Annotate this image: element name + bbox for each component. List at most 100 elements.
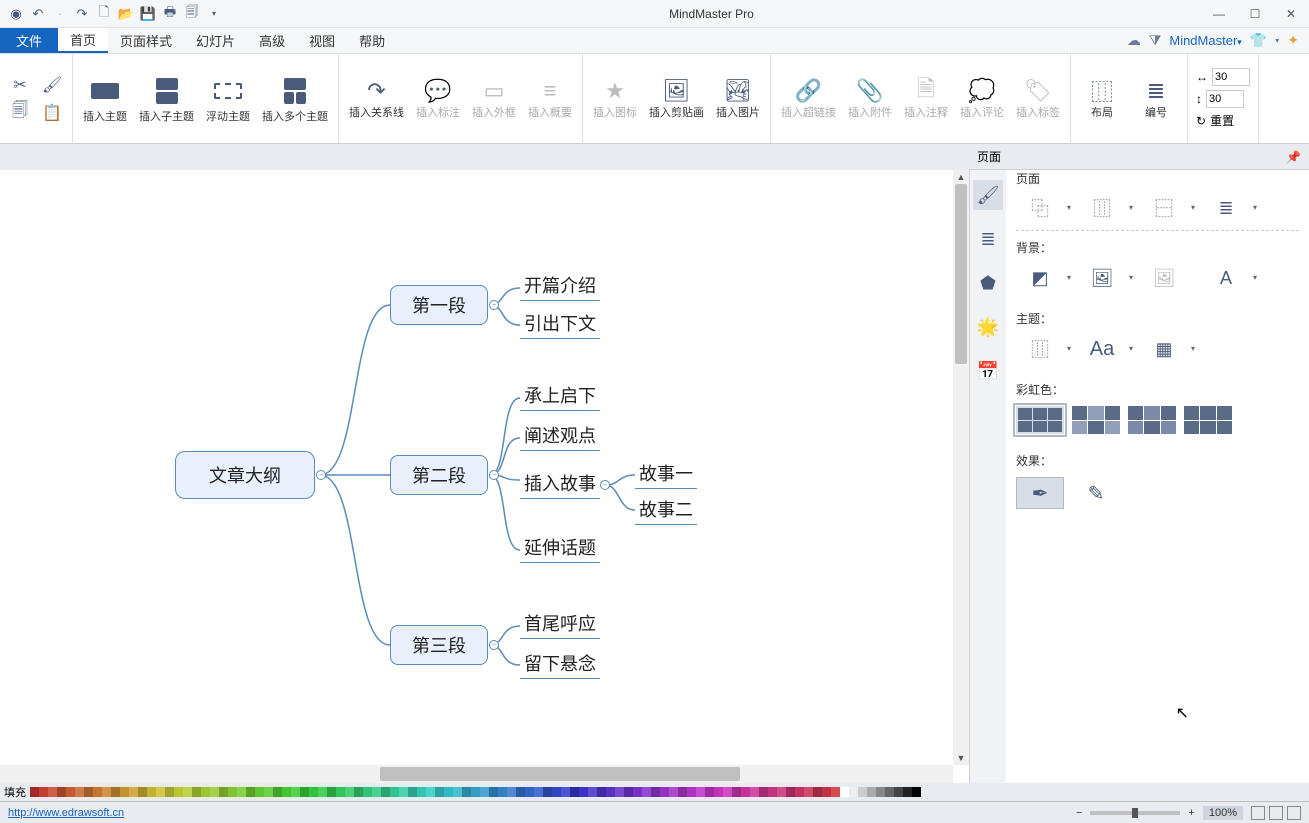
color-swatch[interactable] [57,787,66,797]
color-swatch[interactable] [714,787,723,797]
color-swatch[interactable] [849,787,858,797]
color-swatch[interactable] [183,787,192,797]
redo-icon[interactable]: ↷ [74,6,90,22]
insert-multiple-button[interactable]: 插入多个主题 [258,60,332,138]
mindmap-leaf[interactable]: 插入故事 [520,468,600,499]
mindmap-branch-3[interactable]: 第三段 [390,625,488,665]
color-swatch[interactable] [228,787,237,797]
mindmap-branch-2[interactable]: 第二段 [390,455,488,495]
theme-option-font-icon[interactable]: Aa▾ [1078,335,1126,363]
color-swatch[interactable] [417,787,426,797]
color-swatch[interactable] [534,787,543,797]
layout-option-radial-icon[interactable]: ⿻▾ [1016,194,1064,222]
color-swatch[interactable] [795,787,804,797]
color-swatch[interactable] [750,787,759,797]
zoom-out-icon[interactable]: − [1076,807,1082,819]
color-swatch[interactable] [903,787,912,797]
color-swatch[interactable] [642,787,651,797]
mindmap-leaf[interactable]: 留下悬念 [520,648,600,679]
layout-option-org-icon[interactable]: ⿱▾ [1140,194,1188,222]
color-swatch[interactable] [282,787,291,797]
scrollbar-thumb[interactable] [380,767,740,781]
new-icon[interactable]: 🗋 [96,6,112,22]
color-swatch[interactable] [48,787,57,797]
color-swatch[interactable] [273,787,282,797]
view-mode-1-icon[interactable] [1251,806,1265,820]
save-icon[interactable]: 💾 [140,6,156,22]
color-swatch[interactable] [291,787,300,797]
color-swatch[interactable] [813,787,822,797]
color-swatch[interactable] [552,787,561,797]
insert-subtopic-button[interactable]: 插入子主题 [135,60,198,138]
color-swatch[interactable] [615,787,624,797]
color-swatch[interactable] [768,787,777,797]
undo-icon[interactable]: ↶ [30,6,46,22]
color-swatch[interactable] [723,787,732,797]
scroll-up-icon[interactable]: ▲ [953,170,969,184]
color-swatch[interactable] [462,787,471,797]
mindmap-root-node[interactable]: 文章大纲 [175,451,315,499]
color-swatch[interactable] [579,787,588,797]
mindmap-leaf[interactable]: 承上启下 [520,380,600,411]
effect-option-pen-icon[interactable]: ✒ [1016,477,1064,509]
color-swatch[interactable] [210,787,219,797]
insert-relationship-button[interactable]: ↷插入关系线 [345,60,408,138]
insert-topic-button[interactable]: 插入主题 [79,60,131,138]
color-swatch[interactable] [525,787,534,797]
menu-tab-advanced[interactable]: 高级 [247,28,297,53]
rainbow-option-3[interactable] [1128,406,1176,434]
expand-toggle-icon[interactable]: − [489,640,499,650]
file-menu-button[interactable]: 文件 [0,28,58,53]
menu-tab-help[interactable]: 帮助 [347,28,397,53]
bg-option-image-icon[interactable]: 🖼▾ [1078,264,1126,292]
panel-tab-clipart-icon[interactable]: 🌟 [973,312,1003,342]
color-swatch[interactable] [561,787,570,797]
menu-tab-view[interactable]: 视图 [297,28,347,53]
color-swatch[interactable] [354,787,363,797]
expand-toggle-icon[interactable]: − [489,300,499,310]
color-swatch[interactable] [651,787,660,797]
color-swatch[interactable] [804,787,813,797]
bg-option-fill-icon[interactable]: ◩▾ [1016,264,1064,292]
color-swatch[interactable] [66,787,75,797]
color-swatch[interactable] [570,787,579,797]
color-swatch[interactable] [246,787,255,797]
brand-label[interactable]: MindMaster▾ [1169,33,1241,48]
expand-toggle-icon[interactable]: − [600,480,610,490]
horizontal-scrollbar[interactable] [0,765,953,783]
color-swatch[interactable] [309,787,318,797]
color-swatch[interactable] [255,787,264,797]
puzzle-icon[interactable]: ✦ [1287,32,1299,49]
color-swatch[interactable] [687,787,696,797]
color-swatch[interactable] [858,787,867,797]
color-swatch[interactable] [732,787,741,797]
color-swatch[interactable] [885,787,894,797]
mindmap-leaf[interactable]: 故事二 [635,494,697,525]
color-swatch[interactable] [660,787,669,797]
color-swatch[interactable] [453,787,462,797]
color-swatch[interactable] [831,787,840,797]
format-painter-icon[interactable]: 🖌 [38,72,66,98]
theme-option-color-icon[interactable]: ▦▾ [1140,335,1188,363]
mindmap-leaf[interactable]: 引出下文 [520,308,600,339]
view-mode-2-icon[interactable] [1269,806,1283,820]
color-swatch[interactable] [489,787,498,797]
color-swatch[interactable] [633,787,642,797]
open-icon[interactable]: 📂 [118,6,134,22]
color-swatch[interactable] [822,787,831,797]
color-swatch[interactable] [111,787,120,797]
paste-icon[interactable]: 📋 [38,100,66,126]
color-swatch[interactable] [597,787,606,797]
bg-option-watermark-icon[interactable]: A▾ [1202,264,1250,292]
cloud-icon[interactable]: ☁ [1127,32,1141,49]
color-swatch[interactable] [543,787,552,797]
bg-option-remove-icon[interactable]: 🖼 [1140,264,1188,292]
color-swatch[interactable] [840,787,849,797]
qat-dropdown-icon[interactable]: ▾ [206,6,222,22]
rainbow-option-1[interactable] [1016,406,1064,434]
expand-toggle-icon[interactable]: − [489,470,499,480]
insert-clipart-button[interactable]: 🖼插入剪贴画 [645,60,708,138]
color-swatch[interactable] [912,787,921,797]
color-swatch[interactable] [174,787,183,797]
insert-picture-button[interactable]: 🏞插入图片 [712,60,764,138]
